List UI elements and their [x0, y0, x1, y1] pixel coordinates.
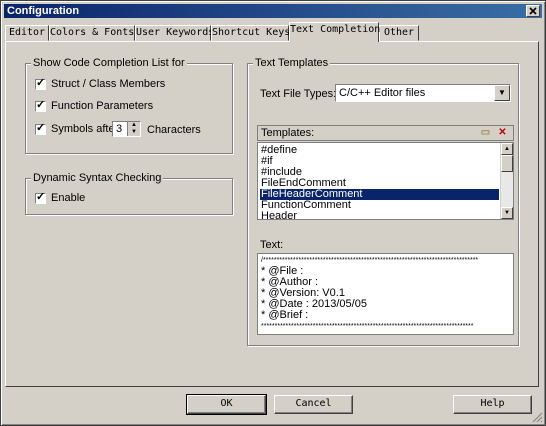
symbols-after-checkbox[interactable]: ✓ Symbols after — [35, 121, 119, 135]
chevron-down-icon[interactable]: ▼ — [494, 85, 510, 101]
syntax-checking-group: Dynamic Syntax Checking ✓ Enable — [25, 172, 233, 215]
enable-syntax-checkbox[interactable]: ✓ Enable — [35, 190, 86, 204]
templates-label: Templates: — [261, 127, 315, 139]
checkmark-icon: ✓ — [36, 98, 46, 111]
text-line: * @Brief : — [261, 309, 309, 321]
close-button[interactable] — [526, 5, 540, 17]
resize-grip-icon[interactable] — [532, 412, 543, 423]
scroll-thumb[interactable] — [501, 155, 513, 172]
delete-template-icon[interactable]: ✕ — [496, 127, 509, 139]
symbols-count-value: 3 — [116, 123, 123, 135]
file-types-label: Text File Types: — [260, 88, 337, 100]
tab-other[interactable]: Other — [379, 25, 419, 41]
code-completion-group: Show Code Completion List for ✓ Struct / … — [25, 57, 233, 154]
file-types-select[interactable]: C/C++ Editor files ▼ — [335, 84, 511, 102]
code-completion-group-label: Show Code Completion List for — [31, 57, 187, 69]
spin-down-icon[interactable]: ▼ — [131, 129, 137, 135]
enable-syntax-check: ✓ — [35, 190, 46, 204]
list-item[interactable]: Header — [261, 211, 297, 220]
tab-user-keywords[interactable]: User Keywords — [135, 25, 214, 41]
spin-buttons[interactable]: ▲ ▼ — [127, 122, 140, 136]
templates-scrollbar[interactable]: ▲ ▼ — [500, 143, 513, 219]
scroll-down-icon[interactable]: ▼ — [501, 207, 513, 219]
title-bar[interactable]: Configuration — [4, 4, 542, 18]
checkmark-icon: ✓ — [36, 76, 46, 89]
symbols-after-check: ✓ — [35, 121, 46, 135]
struct-members-checkbox[interactable]: ✓ Struct / Class Members — [35, 76, 166, 90]
tab-text-completion[interactable]: Text Completion — [289, 22, 380, 42]
window-title: Configuration — [7, 5, 80, 17]
spin-up-icon[interactable]: ▲ — [131, 122, 137, 128]
characters-label: Characters — [147, 124, 201, 136]
tab-editor[interactable]: Editor — [5, 25, 49, 41]
template-text-editor[interactable]: /***************************************… — [257, 253, 514, 335]
symbols-count-stepper[interactable]: 3 ▲ ▼ — [112, 121, 141, 137]
configuration-dialog: Configuration Editor Colors & Fonts User… — [0, 0, 546, 426]
close-icon — [529, 7, 537, 15]
file-types-value: C/C++ Editor files — [339, 87, 426, 99]
ok-button[interactable]: OK — [186, 394, 267, 415]
struct-members-check: ✓ — [35, 76, 46, 90]
struct-members-label: Struct / Class Members — [51, 78, 166, 90]
function-params-check: ✓ — [35, 98, 46, 112]
text-line: ****************************************… — [261, 323, 474, 330]
tab-colors-fonts[interactable]: Colors & Fonts — [49, 25, 135, 41]
text-templates-group-label: Text Templates — [253, 57, 331, 69]
checkmark-icon: ✓ — [36, 121, 46, 134]
symbols-after-label: Symbols after — [51, 123, 119, 135]
templates-list[interactable]: #define #if #include FileEndComment File… — [257, 142, 514, 220]
tab-page: Show Code Completion List for ✓ Struct / … — [5, 41, 539, 387]
help-button[interactable]: Help — [453, 395, 532, 414]
text-label: Text: — [260, 239, 284, 251]
function-params-label: Function Parameters — [51, 100, 154, 112]
syntax-checking-group-label: Dynamic Syntax Checking — [31, 172, 164, 184]
checkmark-icon: ✓ — [36, 190, 46, 203]
tab-shortcut-keys[interactable]: Shortcut Keys — [211, 25, 290, 41]
new-template-icon[interactable]: ▭ — [479, 127, 492, 139]
templates-header: Templates: ▭ ✕ — [257, 125, 514, 141]
text-templates-group: Text Templates Text File Types: C/C++ Ed… — [247, 57, 519, 346]
function-params-checkbox[interactable]: ✓ Function Parameters — [35, 98, 154, 112]
scroll-up-icon[interactable]: ▲ — [501, 143, 513, 155]
cancel-button[interactable]: Cancel — [274, 395, 353, 414]
enable-syntax-label: Enable — [51, 192, 86, 204]
